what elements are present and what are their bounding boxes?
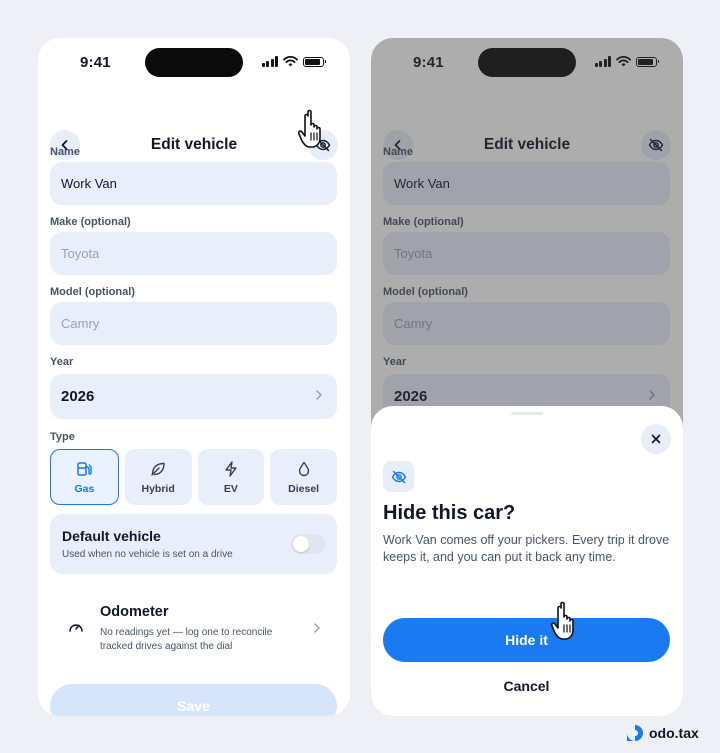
hide-car-sheet: Hide this car? Work Van comes off your p… — [371, 406, 683, 716]
type-ev-button[interactable]: EV — [197, 449, 265, 505]
brand-watermark: odo.tax — [626, 724, 699, 742]
type-hybrid-label: Hybrid — [141, 482, 175, 495]
lightning-icon — [225, 460, 237, 477]
type-gas-label: Gas — [74, 482, 95, 495]
hide-vehicle-button[interactable] — [308, 130, 338, 160]
name-label: Name — [50, 146, 80, 158]
odometer-subtitle: No readings yet — log one to reconcile t… — [100, 627, 273, 652]
default-vehicle-toggle[interactable] — [291, 534, 325, 554]
type-ev-label: EV — [223, 482, 238, 495]
default-vehicle-card: Default vehicle Used when no vehicle is … — [50, 514, 337, 574]
default-vehicle-subtitle: Used when no vehicle is set on a drive — [62, 549, 233, 560]
chevron-right-icon — [314, 623, 320, 633]
type-diesel-button[interactable]: Diesel — [270, 449, 337, 505]
odo-logo-icon — [627, 725, 643, 741]
odometer-row[interactable]: Odometer No readings yet — log one to re… — [50, 598, 337, 658]
cellular-signal-icon — [261, 56, 278, 67]
status-icons — [261, 56, 326, 67]
sheet-grabber[interactable] — [511, 412, 543, 415]
status-time: 9:41 — [80, 54, 111, 71]
make-label: Make (optional) — [50, 216, 131, 228]
status-bar: 9:41 — [38, 38, 350, 88]
close-button[interactable] — [641, 424, 671, 454]
year-label: Year — [50, 356, 74, 368]
eye-off-icon — [315, 138, 331, 152]
model-label: Model (optional) — [50, 286, 135, 298]
odometer-title: Odometer — [100, 604, 169, 620]
hide-car-confirmation-screen: 9:41 Edit vehicle Name Work Van Make (op… — [371, 38, 683, 716]
eye-off-icon — [391, 470, 406, 483]
vehicle-type-selector: Gas Hybrid EV Diesel — [50, 449, 337, 505]
sheet-title: Hide this car? — [383, 502, 516, 524]
close-icon — [651, 434, 661, 444]
name-field[interactable]: Work Van — [50, 162, 337, 205]
gauge-icon — [69, 624, 83, 632]
make-field[interactable]: Toyota — [50, 232, 337, 275]
dynamic-island — [145, 48, 243, 77]
wifi-icon — [283, 56, 298, 67]
leaf-icon — [151, 462, 165, 476]
droplet-icon — [298, 461, 309, 476]
default-vehicle-title: Default vehicle — [62, 528, 161, 544]
hide-it-button[interactable]: Hide it — [383, 618, 670, 662]
save-button[interactable]: Save — [50, 684, 337, 716]
type-diesel-label: Diesel — [288, 482, 320, 495]
cancel-button[interactable]: Cancel — [383, 678, 670, 700]
year-value: 2026 — [61, 388, 95, 405]
sheet-icon-badge — [383, 461, 414, 492]
nav-header: Edit vehicle — [38, 130, 350, 162]
model-field[interactable]: Camry — [50, 302, 337, 345]
edit-vehicle-screen: 9:41 Edit vehicle Name Work Van Make (op… — [38, 38, 350, 716]
fuel-pump-icon — [77, 461, 93, 476]
year-picker[interactable]: 2026 — [50, 374, 337, 419]
type-hybrid-button[interactable]: Hybrid — [124, 449, 192, 505]
brand-name: odo.tax — [649, 725, 699, 741]
page-title: Edit vehicle — [150, 136, 238, 153]
sheet-description: Work Van comes off your pickers. Every t… — [383, 533, 670, 564]
chevron-right-icon — [316, 390, 322, 400]
type-label: Type — [50, 431, 75, 443]
type-gas-button[interactable]: Gas — [50, 449, 119, 505]
battery-icon — [303, 56, 326, 67]
